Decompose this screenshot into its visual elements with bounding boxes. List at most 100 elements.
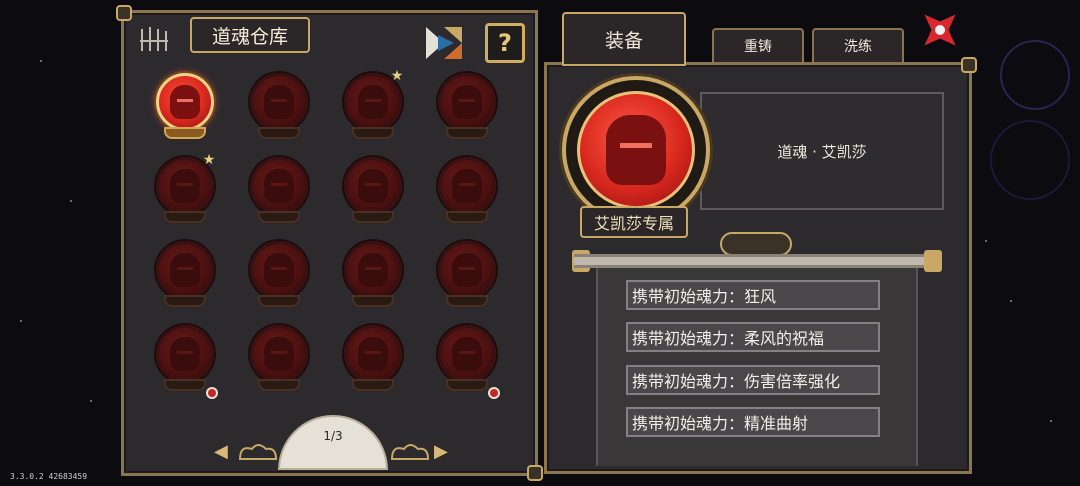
soul-slot[interactable] bbox=[154, 241, 216, 311]
new-badge-icon bbox=[206, 387, 218, 399]
soul-face-icon bbox=[264, 85, 294, 119]
soul-orb bbox=[156, 241, 214, 299]
trident-icon bbox=[140, 27, 168, 51]
warehouse-title: 道魂仓库 bbox=[190, 17, 310, 53]
soul-face-icon bbox=[452, 169, 482, 203]
orb-stand bbox=[258, 379, 300, 391]
orb-stand bbox=[352, 211, 394, 223]
corner-ornament bbox=[116, 5, 132, 21]
orb-stand bbox=[446, 295, 488, 307]
corner-ornament bbox=[527, 465, 543, 481]
soul-orb bbox=[250, 241, 308, 299]
orb-stand bbox=[258, 127, 300, 139]
soul-slot[interactable] bbox=[342, 325, 404, 395]
orb-stand bbox=[446, 379, 488, 391]
soul-face-icon bbox=[170, 169, 200, 203]
orb-stand bbox=[258, 295, 300, 307]
soul-orb bbox=[438, 157, 496, 215]
soul-slot[interactable] bbox=[342, 157, 404, 227]
star-icon: ★ bbox=[390, 68, 404, 84]
scroll-rod bbox=[574, 254, 940, 268]
soul-face-icon bbox=[358, 337, 388, 371]
soul-orb bbox=[438, 73, 496, 131]
scroll-cap bbox=[924, 250, 942, 272]
version-label: 3.3.0.2 42683459 bbox=[10, 472, 88, 481]
soul-face-icon bbox=[358, 253, 388, 287]
soul-face-icon bbox=[170, 85, 200, 119]
bg-star bbox=[1010, 300, 1012, 302]
perk-item: 携带初始魂力：狂风 bbox=[626, 280, 880, 310]
soul-face-icon bbox=[606, 115, 666, 185]
bg-star bbox=[985, 240, 987, 242]
prev-page-arrow-icon[interactable]: ◀ bbox=[214, 441, 228, 462]
soul-slot[interactable]: ★ bbox=[154, 153, 216, 227]
soul-slot[interactable] bbox=[154, 73, 216, 143]
warehouse-panel: 道魂仓库 ? ★ ★ ◀ 1/3 ▶ bbox=[116, 5, 543, 481]
soul-orb bbox=[344, 157, 402, 215]
close-icon[interactable] bbox=[914, 4, 966, 56]
soul-orb bbox=[156, 73, 214, 131]
star-icon: ★ bbox=[202, 152, 216, 168]
orb-stand bbox=[258, 211, 300, 223]
corner-ornament bbox=[961, 57, 977, 73]
soul-slot[interactable] bbox=[436, 157, 498, 227]
soul-slot[interactable] bbox=[248, 325, 310, 395]
perk-item: 携带初始魂力：伤害倍率强化 bbox=[626, 365, 880, 395]
help-button[interactable]: ? bbox=[485, 23, 525, 63]
soul-face-icon bbox=[358, 169, 388, 203]
soul-slot[interactable] bbox=[248, 241, 310, 311]
orb-stand bbox=[164, 295, 206, 307]
soul-orb bbox=[250, 325, 308, 383]
tab-refine[interactable]: 洗练 bbox=[812, 28, 904, 64]
soul-orb bbox=[344, 325, 402, 383]
soul-slot[interactable]: ★ bbox=[342, 69, 404, 143]
bg-star bbox=[90, 400, 92, 402]
orb-stand bbox=[164, 211, 206, 223]
soul-orb bbox=[344, 241, 402, 299]
exclusive-label: 艾凯莎专属 bbox=[580, 206, 688, 238]
orb-stand bbox=[446, 127, 488, 139]
soul-face-icon bbox=[452, 337, 482, 371]
soul-face-icon bbox=[452, 85, 482, 119]
tab-recast[interactable]: 重铸 bbox=[712, 28, 804, 64]
bg-star bbox=[70, 200, 72, 202]
soul-slot[interactable] bbox=[436, 241, 498, 311]
soul-face-icon bbox=[452, 253, 482, 287]
soul-face-icon bbox=[358, 85, 388, 119]
perk-item: 携带初始魂力：精准曲射 bbox=[626, 407, 880, 437]
soul-name: 道魂 · 艾凯莎 bbox=[700, 92, 944, 210]
cloud-ornament-icon bbox=[390, 444, 430, 460]
soul-face-icon bbox=[170, 253, 200, 287]
swap-button[interactable] bbox=[424, 23, 464, 63]
bg-ring bbox=[1000, 40, 1070, 110]
cloud-ornament-icon bbox=[238, 444, 278, 460]
swap-icon bbox=[426, 27, 462, 59]
soul-orb bbox=[438, 325, 496, 383]
soul-slot[interactable] bbox=[436, 325, 500, 399]
soul-orb bbox=[250, 157, 308, 215]
bg-star bbox=[40, 60, 42, 62]
soul-slot[interactable] bbox=[342, 241, 404, 311]
orb-stand bbox=[352, 295, 394, 307]
equipped-soul-portrait bbox=[562, 76, 710, 224]
orb-stand bbox=[164, 379, 206, 391]
orb-stand bbox=[352, 127, 394, 139]
soul-orb bbox=[438, 241, 496, 299]
soul-slot[interactable] bbox=[248, 157, 310, 227]
soul-slot[interactable] bbox=[154, 325, 218, 399]
soul-slot[interactable] bbox=[436, 73, 498, 143]
scroll-ornament bbox=[720, 232, 792, 256]
soul-face-icon bbox=[264, 169, 294, 203]
next-page-arrow-icon[interactable]: ▶ bbox=[434, 441, 448, 462]
orb-stand bbox=[446, 211, 488, 223]
soul-face-icon bbox=[264, 253, 294, 287]
soul-face-icon bbox=[170, 337, 200, 371]
bg-star bbox=[20, 320, 22, 322]
orb-stand bbox=[164, 127, 206, 139]
soul-orb bbox=[156, 325, 214, 383]
soul-grid: ★ ★ bbox=[146, 69, 516, 413]
soul-slot[interactable] bbox=[248, 73, 310, 143]
pager: ◀ 1/3 ▶ bbox=[214, 413, 454, 475]
bg-star bbox=[1050, 420, 1052, 422]
tab-equip[interactable]: 装备 bbox=[562, 12, 686, 66]
